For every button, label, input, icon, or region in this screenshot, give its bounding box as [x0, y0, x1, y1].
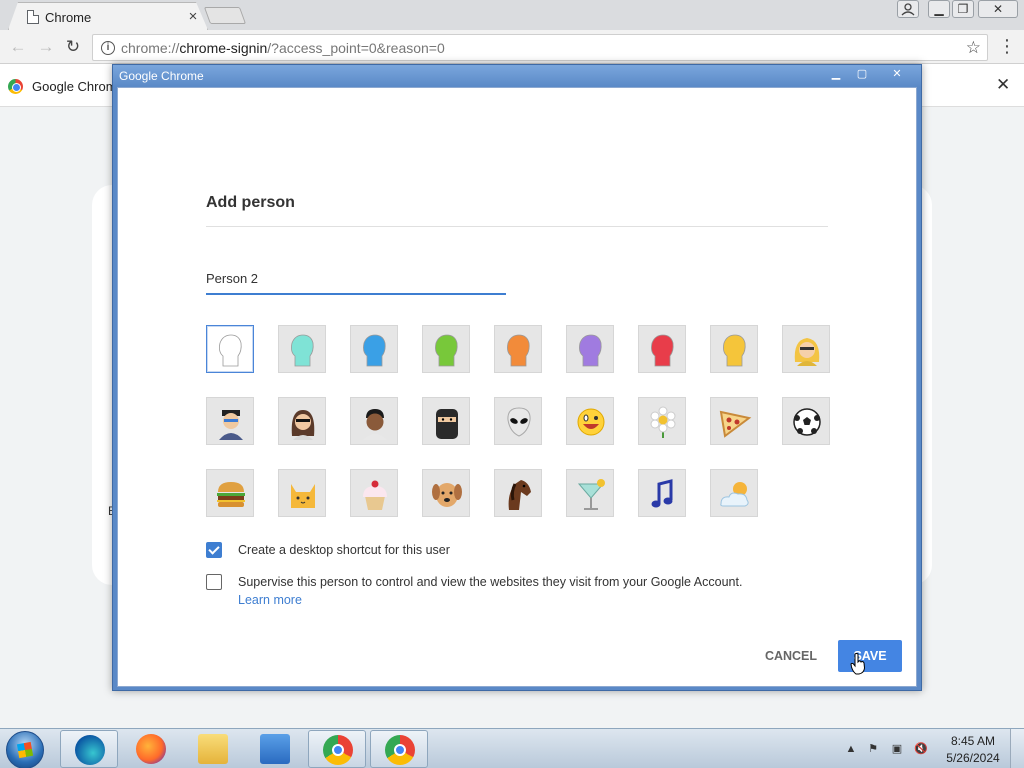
taskbar-media-player-button[interactable] [246, 730, 304, 768]
dialog-title: Google Chrome [119, 69, 204, 83]
avatar-generic-red-icon[interactable] [638, 325, 686, 373]
dialog-close-icon[interactable]: ✕ [882, 67, 912, 82]
action-center-flag-icon[interactable]: ⚑ [866, 742, 880, 756]
avatar-man-icon[interactable] [350, 397, 398, 445]
url-text: chrome://chrome-signin/?access_point=0&r… [121, 40, 445, 56]
network-icon[interactable]: ▣ [890, 742, 904, 756]
avatar-ninja-icon[interactable] [422, 397, 470, 445]
show-desktop-button[interactable] [1010, 729, 1024, 768]
avatar-generic-purple-icon[interactable] [566, 325, 614, 373]
restore-icon[interactable]: ❐ [952, 0, 974, 18]
dialog-minimize-icon[interactable]: ▁ [824, 67, 848, 82]
hand-cursor-icon [850, 653, 866, 675]
taskbar-file-explorer-button[interactable] [184, 730, 242, 768]
address-bar[interactable]: i chrome://chrome-signin/?access_point=0… [92, 34, 988, 61]
new-tab-button[interactable] [203, 7, 247, 24]
avatar-cocktail-icon[interactable] [566, 469, 614, 517]
volume-muted-icon[interactable]: 🔇 [914, 742, 928, 756]
avatar-generic-green-icon[interactable] [422, 325, 470, 373]
avatar-businessman-icon[interactable] [206, 397, 254, 445]
avatar-generic-white-icon[interactable] [206, 325, 254, 373]
minimize-icon[interactable]: ▁ [928, 0, 950, 18]
taskbar: ▲ ⚑ ▣ 🔇 8:45 AM 5/26/2024 [0, 728, 1024, 768]
chrome-icon [323, 735, 353, 765]
back-icon[interactable]: ← [8, 37, 28, 57]
infobar-close-icon[interactable]: ✕ [996, 75, 1010, 95]
cancel-button[interactable]: CANCEL [756, 640, 826, 672]
dialog-titlebar: Google Chrome ▁ ▢ ✕ [113, 65, 921, 87]
avatar-horse-icon[interactable] [494, 469, 542, 517]
avatar-alien-icon[interactable] [494, 397, 542, 445]
chrome-icon [385, 735, 415, 765]
avatar-sun-cloud-icon[interactable] [710, 469, 758, 517]
reload-icon[interactable]: ↻ [63, 37, 83, 57]
site-info-icon[interactable]: i [101, 41, 115, 55]
person-name-input[interactable] [206, 268, 506, 295]
tab-title: Chrome [45, 10, 92, 25]
avatar-generic-yellow-icon[interactable] [710, 325, 758, 373]
save-button[interactable]: SAVE [838, 640, 902, 672]
dialog-heading: Add person [206, 194, 295, 211]
edge-icon [75, 735, 105, 765]
start-button[interactable] [6, 731, 44, 768]
divider [206, 226, 828, 227]
avatar-smiley-icon[interactable] [566, 397, 614, 445]
chrome-center-icon [332, 744, 344, 756]
taskbar-chrome-button[interactable] [308, 730, 366, 768]
taskbar-edge-button[interactable] [60, 730, 118, 768]
clock-date[interactable]: 5/26/2024 [940, 751, 1006, 765]
avatar-burger-icon[interactable] [206, 469, 254, 517]
supervise-checkbox[interactable] [206, 574, 222, 590]
tab-strip: Chrome × ▁ ❐ ✕ [0, 0, 1024, 30]
dialog-body: Add person Create a desktop shortcut for… [117, 87, 917, 687]
supervise-label: Supervise this person to control and vie… [238, 575, 743, 589]
menu-icon[interactable]: ⋮ [998, 37, 1016, 55]
avatar-pizza-icon[interactable] [710, 397, 758, 445]
tab-close-icon[interactable]: × [185, 8, 201, 25]
page-icon [27, 10, 39, 24]
chrome-center-icon [394, 744, 406, 756]
show-hidden-icons-icon[interactable]: ▲ [844, 742, 858, 756]
profile-icon[interactable] [897, 0, 919, 18]
avatar-cat-icon[interactable] [278, 469, 326, 517]
file-explorer-icon [198, 734, 228, 764]
avatar-flower-icon[interactable] [638, 397, 686, 445]
browser-toolbar: ← → ↻ i chrome://chrome-signin/?access_p… [0, 30, 1024, 64]
tab-chrome[interactable]: Chrome × [8, 2, 208, 30]
media-player-icon [260, 734, 290, 764]
clock-time[interactable]: 8:45 AM [940, 734, 1006, 748]
infobar-text: Google Chrom [32, 79, 117, 94]
taskbar-firefox-button[interactable] [122, 730, 180, 768]
bookmark-star-icon[interactable]: ☆ [966, 38, 981, 58]
taskbar-chrome-button[interactable] [370, 730, 428, 768]
forward-icon[interactable]: → [36, 37, 56, 57]
avatar-cupcake-icon[interactable] [350, 469, 398, 517]
learn-more-link[interactable]: Learn more [238, 593, 302, 607]
avatar-generic-teal-icon[interactable] [278, 325, 326, 373]
avatar-music-note-icon[interactable] [638, 469, 686, 517]
desktop-shortcut-checkbox[interactable] [206, 542, 222, 558]
avatar-soccer-ball-icon[interactable] [782, 397, 830, 445]
firefox-icon [136, 734, 166, 764]
avatar-woman-sunglasses-icon[interactable] [278, 397, 326, 445]
desktop-shortcut-label: Create a desktop shortcut for this user [238, 543, 450, 557]
dialog-maximize-icon[interactable]: ▢ [850, 67, 874, 82]
avatar-blonde-woman-icon[interactable] [782, 325, 830, 373]
close-window-icon[interactable]: ✕ [978, 0, 1018, 18]
add-person-dialog: Google Chrome ▁ ▢ ✕ Add person Create a … [112, 64, 922, 691]
avatar-dog-icon[interactable] [422, 469, 470, 517]
chrome-logo-icon [8, 79, 23, 94]
avatar-generic-orange-icon[interactable] [494, 325, 542, 373]
avatar-generic-blue-icon[interactable] [350, 325, 398, 373]
